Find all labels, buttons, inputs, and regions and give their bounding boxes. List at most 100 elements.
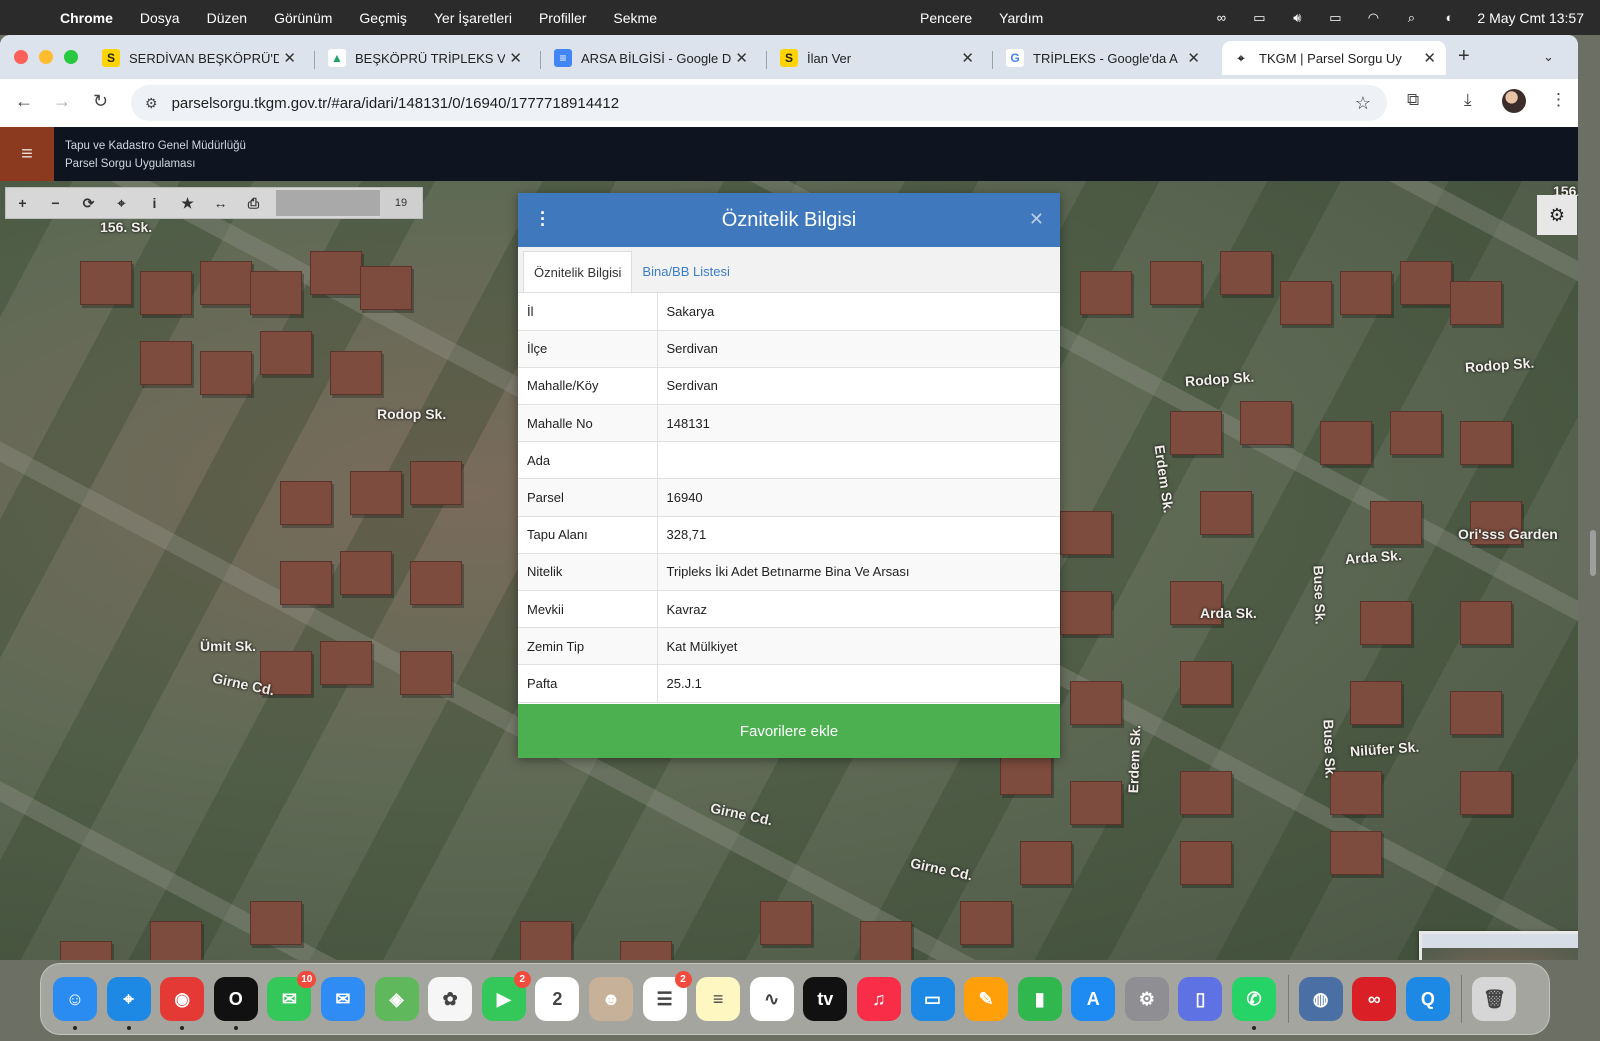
reminders-icon[interactable]: ☰ 2: [642, 971, 692, 1021]
menu-duzen[interactable]: Düzen: [207, 10, 247, 26]
building-roof: [1060, 511, 1112, 555]
back-arrow-icon[interactable]: ←: [15, 91, 33, 112]
volume-icon[interactable]: 🔊︎: [1287, 10, 1307, 26]
tab-search-chevron-icon[interactable]: ⌄: [1543, 49, 1554, 65]
safari-icon[interactable]: ⌖: [106, 977, 151, 1030]
attribute-row: Pafta 25.J.1: [518, 664, 1060, 703]
control-center-icon[interactable]: ◐: [1439, 10, 1459, 25]
new-tab-button[interactable]: +: [1458, 45, 1470, 68]
reload-icon[interactable]: ↻: [93, 91, 108, 112]
simulator-icon[interactable]: ▯: [1178, 977, 1223, 1021]
keynote-icon[interactable]: ▭: [910, 977, 955, 1021]
popup-close-icon[interactable]: ✕: [1029, 209, 1044, 230]
info-icon[interactable]: i: [138, 188, 171, 218]
tab-close-icon[interactable]: ✕: [961, 49, 974, 67]
tab-tripleks-google[interactable]: G TRİPLEKS - Google'da A ✕: [996, 41, 1210, 75]
close-window-button[interactable]: [14, 50, 28, 64]
map-settings-gear-icon[interactable]: ⚙: [1537, 195, 1577, 235]
screen-mirroring-icon[interactable]: ▭: [1249, 10, 1269, 26]
battery-icon[interactable]: ▭: [1325, 10, 1345, 26]
photos-icon[interactable]: ✿: [428, 977, 473, 1021]
apple-tv-icon[interactable]: tv: [803, 977, 848, 1021]
favorite-star-icon[interactable]: ★: [171, 188, 204, 218]
tab-oznitelik-bilgisi[interactable]: Öznitelik Bilgisi: [523, 251, 633, 292]
building-roof: [1350, 681, 1402, 725]
building-roof: [1340, 271, 1392, 315]
pages-icon[interactable]: ✎: [964, 977, 1009, 1021]
locate-crosshair-icon[interactable]: ⌖: [105, 188, 138, 218]
tab-tkgm-parsel-sorgu[interactable]: ⌖ TKGM | Parsel Sorgu Uy ✕: [1222, 41, 1446, 75]
menu-yardim[interactable]: Yardım: [999, 10, 1043, 26]
tab-close-icon[interactable]: ✕: [1187, 49, 1200, 67]
hamburger-menu-icon[interactable]: ≡: [0, 127, 54, 181]
building-roof: [1370, 501, 1422, 545]
menu-profiller[interactable]: Profiller: [539, 10, 586, 26]
attribute-row: İl Sakarya: [518, 293, 1060, 331]
freeform-icon[interactable]: ∿: [749, 977, 794, 1021]
chrome-menu-icon[interactable]: ⋮: [1550, 90, 1567, 110]
numbers-icon[interactable]: ▮: [1017, 977, 1062, 1021]
quicktime-icon[interactable]: Q: [1405, 977, 1450, 1021]
whatsapp-icon[interactable]: ✆: [1232, 977, 1277, 1030]
app-store-icon[interactable]: A: [1071, 977, 1116, 1021]
zoom-in-icon[interactable]: +: [6, 188, 39, 218]
mail-icon[interactable]: ✉: [320, 977, 365, 1021]
street-label: Rodop Sk.: [1464, 354, 1535, 376]
opera-icon[interactable]: O: [213, 977, 258, 1030]
creative-cloud-icon[interactable]: ∞: [1211, 10, 1231, 25]
menu-dosya[interactable]: Dosya: [140, 10, 180, 26]
zoom-window-button[interactable]: [64, 50, 78, 64]
notification-badge: 2: [674, 971, 692, 988]
menu-sekme[interactable]: Sekme: [613, 10, 657, 26]
page-scrollbar[interactable]: [1590, 530, 1596, 576]
url-text[interactable]: parselsorgu.tkgm.gov.tr/#ara/idari/14813…: [172, 95, 620, 112]
menu-yer-isaretleri[interactable]: Yer İşaretleri: [434, 10, 512, 26]
tab-close-icon[interactable]: ✕: [509, 49, 522, 67]
clock[interactable]: 2 May Cmt 13:57: [1477, 10, 1584, 26]
messages-icon[interactable]: ✉ 10: [267, 971, 317, 1021]
add-to-favorites-button[interactable]: Favorilere ekle: [518, 704, 1060, 758]
tab-serdivan-beskopru[interactable]: S SERDİVAN BEŞKÖPRÜ'D ✕: [92, 41, 306, 75]
bookmark-star-icon[interactable]: ☆: [1355, 93, 1371, 114]
zoom-out-icon[interactable]: −: [39, 188, 72, 218]
trash-icon[interactable]: 🗑: [1472, 977, 1517, 1021]
print-icon[interactable]: ⎙: [237, 188, 270, 218]
screenshot-thumbnail-preview[interactable]: [1419, 931, 1578, 960]
creative-cloud-icon[interactable]: ∞: [1352, 977, 1397, 1021]
notes-icon[interactable]: ≡: [696, 977, 741, 1021]
measure-icon[interactable]: ↔: [204, 188, 237, 218]
menu-pencere[interactable]: Pencere: [920, 10, 972, 26]
contacts-icon[interactable]: ☻: [588, 977, 633, 1021]
disk-utility-icon[interactable]: ◍: [1298, 977, 1343, 1021]
music-icon[interactable]: ♫: [856, 977, 901, 1021]
maps-icon[interactable]: ◈: [374, 977, 419, 1021]
finder-icon[interactable]: ☺: [53, 977, 97, 1030]
tab-beskopru-tripleks[interactable]: ▲ BEŞKÖPRÜ TRİPLEKS V ✕: [318, 41, 532, 75]
minimize-window-button[interactable]: [39, 50, 53, 64]
menu-gorunum[interactable]: Görünüm: [274, 10, 332, 26]
system-settings-icon[interactable]: ⚙: [1124, 977, 1169, 1021]
address-bar[interactable]: ⚙ parselsorgu.tkgm.gov.tr/#ara/idari/148…: [131, 85, 1387, 121]
zoom-slider[interactable]: [276, 190, 380, 216]
tab-bina-bb-listesi[interactable]: Bina/BB Listesi: [632, 251, 739, 292]
chrome-icon[interactable]: ◉: [160, 977, 205, 1030]
download-icon[interactable]: ⤓: [1464, 90, 1472, 110]
tab-ilan-ver[interactable]: S İlan Ver ✕: [770, 41, 984, 75]
calendar-icon[interactable]: 2: [535, 977, 580, 1021]
extensions-icon[interactable]: ⧉: [1407, 90, 1419, 110]
spotlight-search-icon[interactable]: ⌕: [1401, 10, 1421, 26]
tab-close-icon[interactable]: ✕: [283, 49, 296, 67]
tab-close-icon[interactable]: ✕: [735, 49, 748, 67]
facetime-icon[interactable]: ▶ 2: [481, 971, 531, 1021]
refresh-icon[interactable]: ⟳: [72, 188, 105, 218]
wifi-icon[interactable]: ◠: [1363, 10, 1383, 26]
menu-gecmis[interactable]: Geçmiş: [359, 10, 406, 26]
forward-arrow-icon[interactable]: →: [53, 91, 71, 112]
tab-close-icon[interactable]: ✕: [1423, 49, 1436, 67]
site-info-icon[interactable]: ⚙: [145, 95, 158, 112]
menu-app[interactable]: Chrome: [60, 10, 113, 26]
tab-arsa-bilgisi[interactable]: ≡ ARSA BİLGİSİ - Google D ✕: [544, 41, 758, 75]
profile-avatar[interactable]: [1502, 89, 1526, 113]
site-header: ≡ Tapu ve Kadastro Genel Müdürlüğü Parse…: [0, 127, 1578, 181]
popup-menu-dots-icon[interactable]: · · ·: [540, 204, 546, 234]
